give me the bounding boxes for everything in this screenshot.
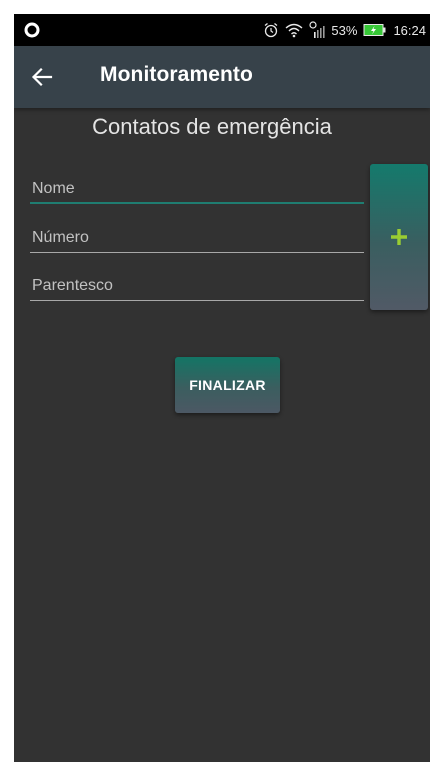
status-bar: 53% 16:24 (14, 14, 430, 46)
status-icons: 53% 16:24 (263, 14, 426, 46)
circle-indicator-icon (24, 22, 40, 38)
phone-screen: 53% 16:24 Monitoramento Contatos de emer… (14, 14, 430, 762)
battery-icon (363, 24, 386, 36)
number-field-underline (30, 252, 364, 253)
relationship-field-container (30, 271, 364, 301)
name-field[interactable] (30, 174, 364, 204)
wifi-icon (285, 23, 303, 38)
battery-percent: 53% (331, 22, 358, 38)
back-button[interactable] (24, 59, 60, 95)
name-field-container (30, 174, 364, 204)
plus-icon (391, 229, 407, 245)
page-title: Monitoramento (100, 63, 253, 86)
number-field-container (30, 223, 364, 253)
alarm-icon (265, 22, 278, 38)
finish-button[interactable]: FINALIZAR (175, 357, 280, 413)
arrow-left-icon (31, 67, 53, 87)
number-field[interactable] (30, 223, 364, 253)
section-title: Contatos de emergência (92, 114, 332, 139)
clock: 16:24 (393, 22, 426, 38)
relationship-field[interactable] (30, 271, 364, 301)
add-contact-button[interactable] (370, 164, 428, 310)
name-field-underline (30, 202, 364, 204)
app-bar: Monitoramento (14, 46, 430, 108)
signal-icon (309, 21, 326, 38)
relationship-field-underline (30, 300, 364, 301)
